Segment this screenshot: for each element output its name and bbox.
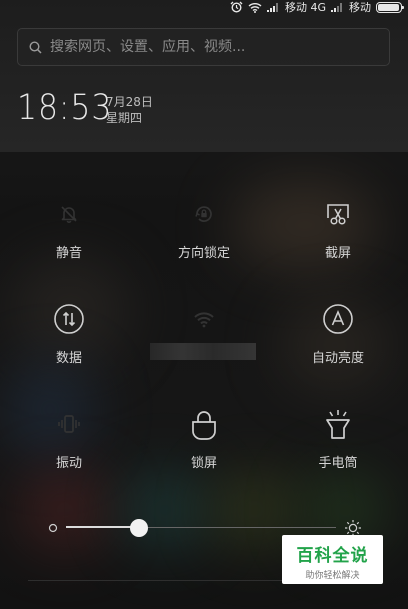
clock-date[interactable]: 7月28日 星期四 <box>106 94 153 126</box>
brightness-fill <box>66 526 139 528</box>
weekday-text: 星期四 <box>106 111 143 125</box>
toggle-vibrate-label: 振动 <box>55 456 82 471</box>
toggle-mute-label: 静音 <box>55 246 82 261</box>
screenshot-icon <box>327 204 349 225</box>
brightness-low-icon <box>48 523 58 533</box>
toggle-vibrate[interactable]: 振动 <box>19 405 119 471</box>
toggle-mute-circle <box>50 195 88 233</box>
wifi-name-redacted <box>150 343 256 360</box>
flashlight-icon <box>326 410 350 439</box>
watermark-logo: 百科全说 助你轻松解决 <box>282 535 383 584</box>
signal-icon-2 <box>331 3 342 12</box>
toggle-lock-screen-circle <box>185 405 223 443</box>
toggle-screenshot[interactable]: 截屏 <box>288 195 388 261</box>
toggle-lock-screen-label: 锁屏 <box>190 456 217 471</box>
toggle-vibrate-circle <box>50 405 88 443</box>
brightness-thumb[interactable] <box>129 519 148 537</box>
watermark-title: 百科全说 <box>296 546 369 566</box>
date-text: 7月28日 <box>106 95 153 109</box>
status-bar: 移动 4G 移动 <box>230 0 404 14</box>
toggle-rotation-lock-label: 方向锁定 <box>177 246 230 261</box>
toggle-flashlight[interactable]: 手电筒 <box>288 405 388 471</box>
carrier-1: 移动 4G <box>284 1 326 14</box>
battery-icon <box>376 1 404 13</box>
toggle-wifi[interactable] <box>154 300 254 347</box>
toggle-screenshot-label: 截屏 <box>324 246 351 261</box>
wifi-icon <box>194 312 214 328</box>
notification-header <box>0 0 408 152</box>
toggle-wifi-circle <box>185 300 223 338</box>
vibrate-icon <box>58 415 80 433</box>
alarm-icon <box>230 1 243 13</box>
wifi-status-icon <box>248 2 262 13</box>
toggle-mute[interactable]: 静音 <box>19 195 119 261</box>
search-bar[interactable] <box>17 28 390 66</box>
toggle-mobile-data-circle <box>50 300 88 338</box>
search-input[interactable] <box>50 39 370 55</box>
toggle-lock-screen[interactable]: 锁屏 <box>154 405 254 471</box>
auto-brightness-icon <box>323 304 353 334</box>
signal-icon <box>266 3 278 12</box>
toggle-mobile-data[interactable]: 数据 <box>19 300 119 366</box>
mobile-data-icon <box>54 304 84 334</box>
watermark-subtitle: 助你轻松解决 <box>305 571 360 581</box>
toggle-auto-brightness-circle <box>319 300 357 338</box>
toggle-auto-brightness-label: 自动亮度 <box>311 351 364 366</box>
carrier-2: 移动 <box>349 1 371 14</box>
toggle-flashlight-circle <box>319 405 357 443</box>
lock-icon <box>192 411 216 440</box>
bell-slash-icon <box>61 206 77 223</box>
rotation-lock-icon <box>195 206 212 222</box>
toggle-rotation-lock[interactable]: 方向锁定 <box>154 195 254 261</box>
toggle-auto-brightness[interactable]: 自动亮度 <box>288 300 388 366</box>
toggle-screenshot-circle <box>319 195 357 233</box>
battery-level <box>378 3 399 11</box>
toggle-rotation-lock-circle <box>185 195 223 233</box>
toggle-mobile-data-label: 数据 <box>55 351 82 366</box>
clock-time[interactable]: 18:53 <box>17 88 112 128</box>
toggle-flashlight-label: 手电筒 <box>318 456 358 471</box>
search-icon <box>29 40 42 54</box>
